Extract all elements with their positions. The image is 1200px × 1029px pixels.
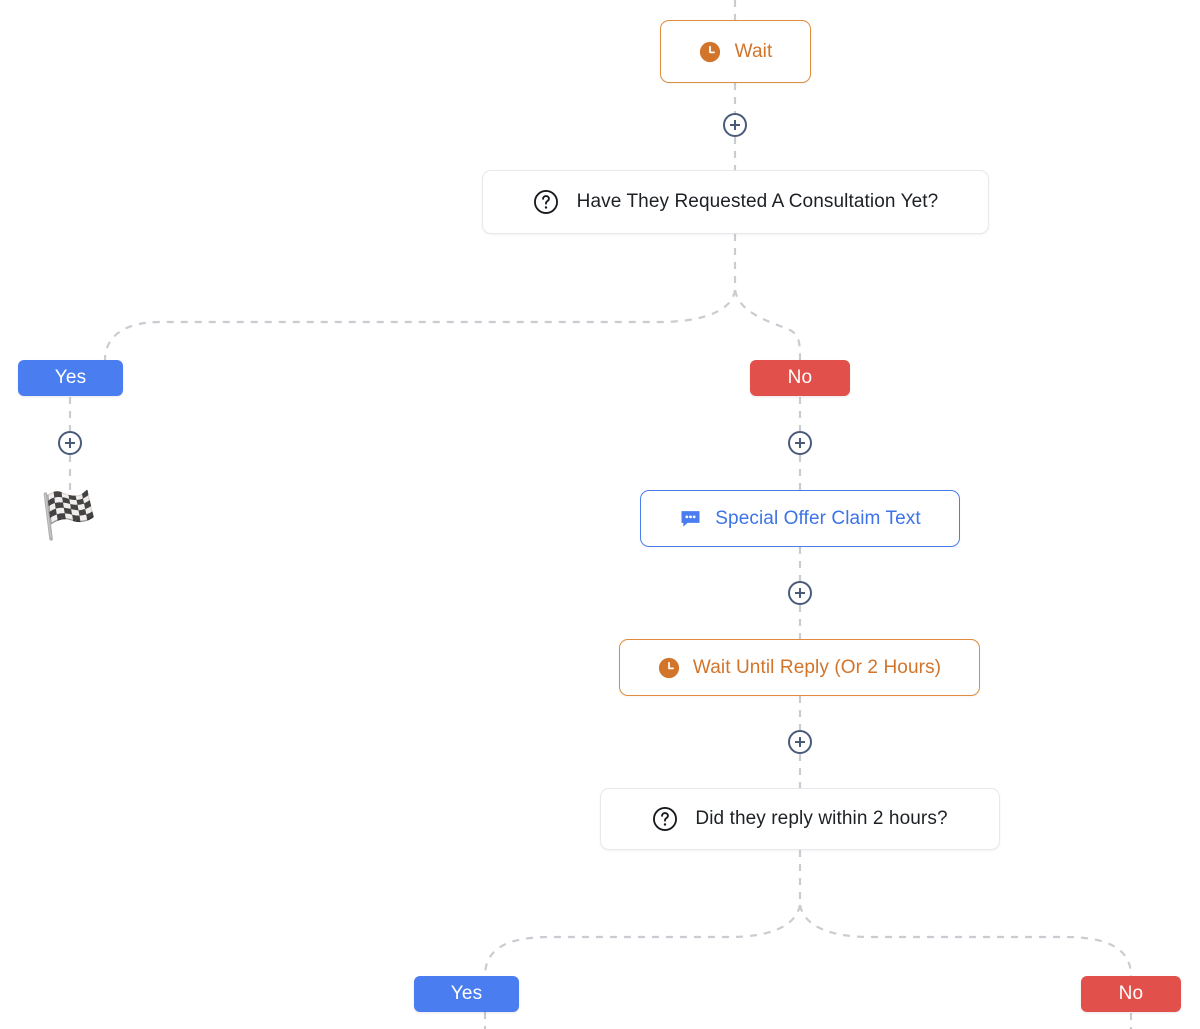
branch-badge-no-consultation[interactable]: No (750, 360, 850, 396)
clock-icon (699, 41, 721, 63)
clock-icon (658, 657, 680, 679)
node-wait-top-label: Wait (734, 40, 773, 62)
edge-split2-to-no2 (798, 904, 1133, 977)
branch-badge-no-reply[interactable]: No (1081, 976, 1181, 1012)
add-step-button-after-sms[interactable] (788, 581, 812, 605)
branch-badge-label: No (787, 367, 813, 388)
question-circle-icon (652, 806, 678, 832)
branch-badge-yes-consultation[interactable]: Yes (18, 360, 123, 396)
branch-badge-label: No (1118, 983, 1144, 1004)
add-step-button-after-no-consultation[interactable] (788, 431, 812, 455)
workflow-canvas[interactable]: Wait Have They Requested A Consultation … (0, 0, 1200, 1029)
node-question-reply-within-2-hours[interactable]: Did they reply within 2 hours? (600, 788, 1000, 850)
add-step-button-after-wait-until-reply[interactable] (788, 730, 812, 754)
edge-split-to-yes1 (103, 289, 737, 361)
node-question-consultation[interactable]: Have They Requested A Consultation Yet? (482, 170, 989, 234)
node-question-reply-within-2-hours-label: Did they reply within 2 hours? (695, 808, 948, 829)
checkered-flag-icon: 🏁 (40, 492, 97, 538)
branch-badge-label: Yes (54, 367, 87, 388)
edge-split2-to-yes2 (483, 904, 802, 977)
node-wait-top[interactable]: Wait (660, 20, 811, 83)
node-sms-special-offer[interactable]: Special Offer Claim Text (640, 490, 960, 547)
node-wait-until-reply[interactable]: Wait Until Reply (Or 2 Hours) (619, 639, 980, 696)
node-sms-special-offer-label: Special Offer Claim Text (715, 507, 921, 529)
sms-chat-icon (679, 507, 702, 530)
question-circle-icon (533, 189, 559, 215)
add-step-button-after-wait-top[interactable] (723, 113, 747, 137)
node-question-consultation-label: Have They Requested A Consultation Yet? (576, 191, 939, 212)
node-wait-until-reply-label: Wait Until Reply (Or 2 Hours) (692, 656, 942, 678)
checkered-flag-glyph: 🏁 (40, 489, 98, 541)
branch-badge-yes-reply[interactable]: Yes (414, 976, 519, 1012)
add-step-button-after-yes-consultation[interactable] (58, 431, 82, 455)
connector-edges (68, 0, 1133, 1029)
branch-badge-label: Yes (450, 983, 483, 1004)
edge-split-to-no1 (733, 289, 802, 361)
